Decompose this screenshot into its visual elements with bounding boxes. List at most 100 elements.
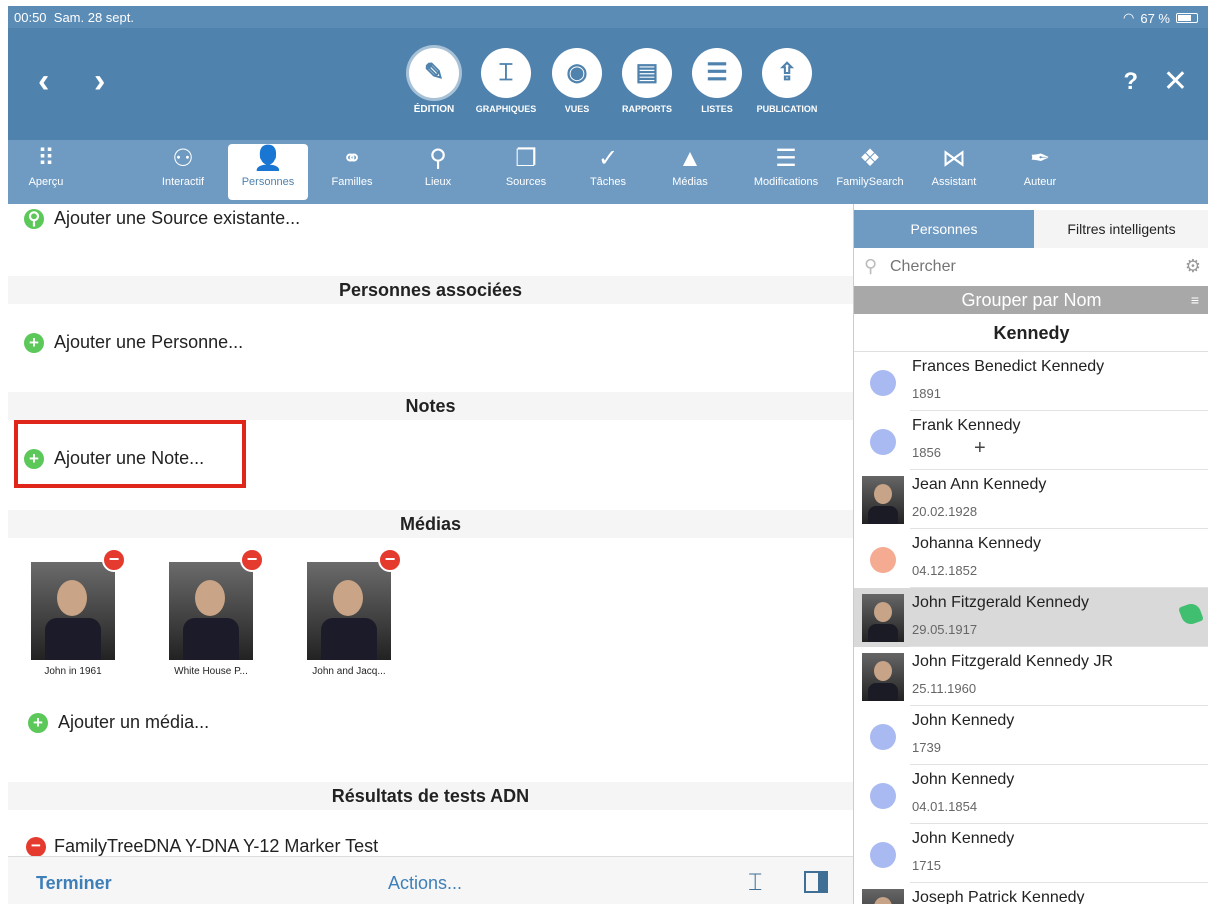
person-name: John Kennedy <box>912 771 1015 788</box>
tab-interactif[interactable]: ⚇ Interactif <box>150 144 216 200</box>
gear-icon[interactable]: ⚙ <box>1185 256 1201 277</box>
status-time: 00:50 Sam. 28 sept. <box>14 10 134 25</box>
tab-personnes[interactable]: 👤 Personnes <box>228 144 308 200</box>
person-date: 04.01.1854 <box>912 799 978 814</box>
sources-icon: ❐ <box>515 145 537 172</box>
media-item[interactable]: − White House P... <box>156 548 266 677</box>
media-item[interactable]: − John in 1961 <box>18 548 128 677</box>
tab-assistant[interactable]: ⋈ Assistant <box>922 144 986 200</box>
tab-label: FamilySearch <box>836 176 904 188</box>
add-source-row[interactable]: ⚲ Ajouter une Source existante... <box>8 208 853 230</box>
person-name: John Fitzgerald Kennedy <box>912 594 1089 611</box>
edit-panel: ⚲ Ajouter une Source existante... Personn… <box>8 204 853 856</box>
actions-button[interactable]: Actions... <box>388 873 462 894</box>
dna-test-row[interactable]: − FamilyTreeDNA Y-DNA Y-12 Marker Test <box>8 836 853 856</box>
tab-auteur[interactable]: ✒ Auteur <box>1008 144 1072 200</box>
chart-icon[interactable]: ⌶ <box>748 869 762 897</box>
person-date: 1715 <box>912 858 941 873</box>
person-sidebar: Personnes Filtres intelligents ⚲ ⚙ Group… <box>853 204 1208 904</box>
help-button[interactable]: ? <box>1123 68 1138 96</box>
wifi-icon: ◠ <box>1123 10 1135 25</box>
tab-medias[interactable]: ▲ Médias <box>658 144 722 200</box>
bowtie-icon: ⋈ <box>942 145 966 172</box>
tab-taches[interactable]: ✓ Tâches <box>576 144 640 200</box>
media-thumbnail <box>31 562 115 660</box>
tab-familysearch[interactable]: ❖ FamilySearch <box>830 144 910 200</box>
close-icon[interactable]: ✕ <box>1163 64 1188 99</box>
battery-icon <box>1176 13 1198 23</box>
person-date: 1856 <box>912 445 941 460</box>
media-icon: ▲ <box>678 145 702 172</box>
mode-rapports-button[interactable]: ▤ RAPPORTS <box>619 48 675 114</box>
tab-label: Tâches <box>589 176 627 188</box>
delete-media-icon[interactable]: − <box>102 548 126 572</box>
mode-graphiques-button[interactable]: ⌶ GRAPHIQUES <box>476 48 536 114</box>
tab-lieux[interactable]: ⚲ Lieux <box>408 144 468 200</box>
section-header-associated: Personnes associées <box>8 276 853 304</box>
person-date: 20.02.1928 <box>912 504 978 519</box>
done-button[interactable]: Terminer <box>36 873 112 894</box>
person-row[interactable]: Frank Kennedy 1856 + <box>854 411 1208 470</box>
person-row[interactable]: John Kennedy 1715 <box>854 824 1208 883</box>
media-item[interactable]: − John and Jacq... <box>294 548 404 677</box>
person-row[interactable]: Frances Benedict Kennedy 1891 <box>854 352 1208 411</box>
mode-edition-button[interactable]: ✎ ÉDITION <box>406 48 462 115</box>
person-row[interactable]: John Kennedy 04.01.1854 <box>854 765 1208 824</box>
person-name: Frank Kennedy <box>912 417 1021 434</box>
search-bar: ⚲ ⚙ <box>854 248 1208 286</box>
group-by-bar[interactable]: Grouper par Nom ≡ <box>854 286 1208 314</box>
person-row[interactable]: Jean Ann Kennedy 20.02.1928 <box>854 470 1208 529</box>
tab-label: Personnes <box>241 176 295 188</box>
add-media-row[interactable]: + Ajouter un média... <box>8 712 853 734</box>
person-row[interactable]: Johanna Kennedy 04.12.1852 <box>854 529 1208 588</box>
rings-icon: ⚭ <box>341 145 363 172</box>
media-thumbnail <box>307 562 391 660</box>
list-icon: ☰ <box>775 145 797 172</box>
media-caption: John in 1961 <box>44 666 102 677</box>
top-toolbar: ‹ › ✎ ÉDITION ⌶ GRAPHIQUES ◉ VUES ▤ RAPP… <box>8 28 1208 140</box>
pen-icon: ✒ <box>1029 145 1051 172</box>
tab-label: Modifications <box>753 176 819 188</box>
mode-listes-button[interactable]: ☰ LISTES <box>689 48 745 114</box>
person-date: 04.12.1852 <box>912 563 978 578</box>
delete-media-icon[interactable]: − <box>240 548 264 572</box>
minus-icon[interactable]: − <box>26 837 46 856</box>
mode-vues-button[interactable]: ◉ VUES <box>549 48 605 114</box>
segment-persons[interactable]: Personnes <box>854 210 1034 248</box>
tab-apercu[interactable]: ⠿ Aperçu <box>16 144 76 200</box>
bottom-toolbar: Terminer Actions... ⌶ <box>8 856 853 904</box>
person-name: John Kennedy <box>912 712 1015 729</box>
mode-publication-button[interactable]: ⇪ PUBLICATION <box>757 48 817 114</box>
tab-label: Lieux <box>424 176 452 188</box>
tab-label: Aperçu <box>28 176 64 188</box>
segment-smart-filters[interactable]: Filtres intelligents <box>1034 210 1208 248</box>
search-icon: ⚲ <box>864 256 878 276</box>
person-date: 1739 <box>912 740 941 755</box>
group-header: Kennedy <box>854 314 1208 352</box>
tab-label: Familles <box>331 176 373 188</box>
person-date: 29.05.1917 <box>912 622 978 637</box>
person-photo <box>862 476 904 524</box>
familysearch-tag-icon <box>1178 601 1204 627</box>
person-row[interactable]: John Kennedy 1739 <box>854 706 1208 765</box>
tab-familles[interactable]: ⚭ Familles <box>320 144 384 200</box>
plus-icon: + <box>28 713 48 734</box>
male-avatar-icon <box>870 724 896 750</box>
person-row[interactable]: Joseph Patrick Kennedy <box>854 883 1208 904</box>
person-row[interactable]: John Fitzgerald Kennedy JR 25.11.1960 <box>854 647 1208 706</box>
add-person-row[interactable]: + Ajouter une Personne... <box>8 332 853 354</box>
group-by-label: Grouper par Nom <box>961 290 1102 310</box>
battery-percent: 67 % <box>1140 10 1170 26</box>
back-chevron-icon[interactable]: ‹ <box>38 64 49 98</box>
tab-modifications[interactable]: ☰ Modifications <box>744 144 828 200</box>
forward-chevron-icon[interactable]: › <box>94 64 105 98</box>
pencil-icon: ✎ <box>409 48 459 98</box>
sidebar-toggle-icon[interactable] <box>804 871 828 893</box>
eye-icon: ◉ <box>552 48 602 98</box>
person-row-selected[interactable]: John Fitzgerald Kennedy 29.05.1917 <box>854 588 1208 647</box>
delete-media-icon[interactable]: − <box>378 548 402 572</box>
male-avatar-icon <box>870 842 896 868</box>
search-input[interactable] <box>890 256 1170 278</box>
tab-sources[interactable]: ❐ Sources <box>494 144 558 200</box>
plus-icon: + <box>24 333 44 354</box>
